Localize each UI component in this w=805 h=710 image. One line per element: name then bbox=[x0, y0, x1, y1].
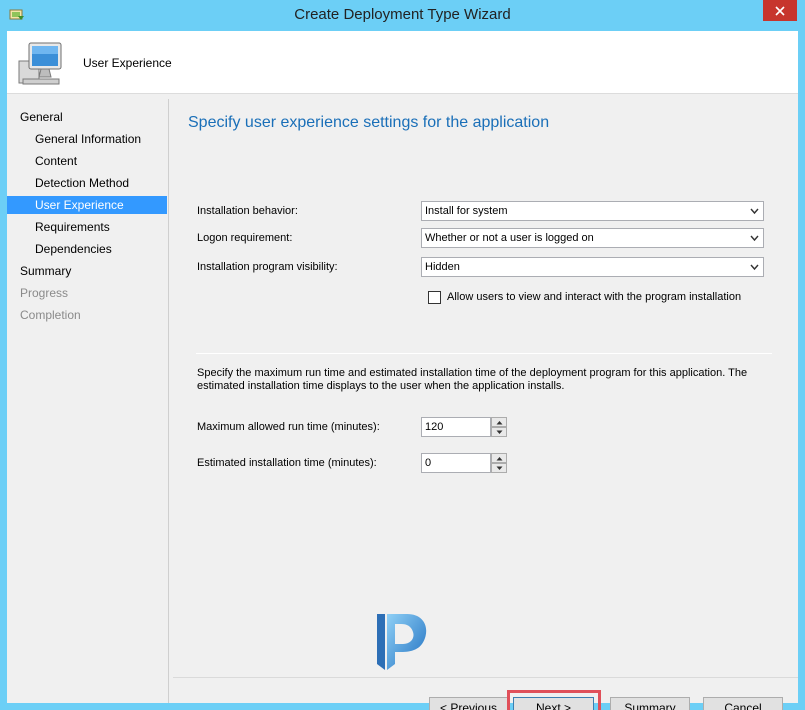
nav-item-general[interactable]: General bbox=[7, 108, 167, 126]
p-logo-icon bbox=[377, 614, 427, 670]
section-divider bbox=[196, 353, 772, 354]
max-run-time-input[interactable]: 120 bbox=[421, 417, 491, 437]
nav-item-progress: Progress bbox=[20, 286, 69, 300]
cancel-button[interactable]: Cancel bbox=[703, 697, 783, 710]
program-visibility-value: Hidden bbox=[425, 261, 460, 273]
run-time-description: Specify the maximum run time and estimat… bbox=[197, 367, 748, 392]
page-title: Specify user experience settings for the… bbox=[188, 114, 550, 131]
spin-up-button[interactable] bbox=[491, 453, 507, 463]
nav-item-detection-method[interactable]: Detection Method bbox=[7, 174, 167, 192]
summary-button[interactable]: Summary bbox=[610, 697, 690, 710]
logon-requirement-label: Logon requirement: bbox=[197, 232, 293, 244]
program-visibility-label: Installation program visibility: bbox=[197, 261, 338, 273]
logon-requirement-select[interactable]: Whether or not a user is logged on bbox=[421, 228, 764, 248]
nav-item-general-information[interactable]: General Information bbox=[7, 130, 167, 148]
installation-behavior-select[interactable]: Install for system bbox=[421, 201, 764, 221]
chevron-down-icon bbox=[750, 264, 759, 271]
chevron-up-icon bbox=[496, 420, 502, 424]
wizard-client-area: User Experience General General Informat… bbox=[7, 31, 798, 710]
chevron-down-icon bbox=[496, 466, 502, 470]
next-button[interactable]: Next > bbox=[513, 697, 594, 710]
close-button[interactable] bbox=[763, 0, 797, 21]
wizard-nav: General General Information Content Dete… bbox=[7, 99, 169, 703]
spin-down-button[interactable] bbox=[491, 427, 507, 437]
header-title: User Experience bbox=[83, 56, 172, 70]
nav-item-content[interactable]: Content bbox=[7, 152, 167, 170]
nav-item-dependencies[interactable]: Dependencies bbox=[7, 240, 167, 258]
spin-down-button[interactable] bbox=[491, 463, 507, 473]
allow-interact-label[interactable]: Allow users to view and interact with th… bbox=[447, 291, 741, 303]
wizard-window: Create Deployment Type Wizard User Exper… bbox=[0, 0, 805, 710]
est-install-time-input[interactable]: 0 bbox=[421, 453, 491, 473]
program-visibility-select[interactable]: Hidden bbox=[421, 257, 764, 277]
window-title: Create Deployment Type Wizard bbox=[294, 6, 511, 23]
installation-behavior-label: Installation behavior: bbox=[197, 205, 298, 217]
est-install-time-label: Estimated installation time (minutes): bbox=[197, 457, 377, 469]
title-bar: Create Deployment Type Wizard bbox=[0, 0, 805, 31]
allow-interact-checkbox[interactable] bbox=[428, 291, 441, 304]
previous-button[interactable]: < Previous bbox=[429, 697, 508, 710]
nav-item-user-experience[interactable]: User Experience bbox=[7, 196, 167, 214]
nav-item-requirements[interactable]: Requirements bbox=[7, 218, 167, 236]
nav-item-summary[interactable]: Summary bbox=[7, 262, 167, 280]
logon-requirement-value: Whether or not a user is logged on bbox=[425, 232, 594, 244]
wizard-page: Specify user experience settings for the… bbox=[173, 99, 798, 710]
chevron-up-icon bbox=[496, 456, 502, 460]
chevron-down-icon bbox=[496, 430, 502, 434]
wizard-header: User Experience bbox=[7, 31, 798, 94]
installation-behavior-value: Install for system bbox=[425, 205, 508, 217]
footer-divider bbox=[173, 677, 798, 678]
est-install-time-stepper[interactable] bbox=[491, 453, 507, 473]
chevron-down-icon bbox=[750, 235, 759, 242]
computer-monitor-icon bbox=[18, 42, 62, 85]
spin-up-button[interactable] bbox=[491, 417, 507, 427]
chevron-down-icon bbox=[750, 208, 759, 215]
close-icon bbox=[775, 5, 785, 16]
nav-item-completion: Completion bbox=[20, 308, 81, 322]
max-run-time-stepper[interactable] bbox=[491, 417, 507, 437]
max-run-time-label: Maximum allowed run time (minutes): bbox=[197, 421, 380, 433]
